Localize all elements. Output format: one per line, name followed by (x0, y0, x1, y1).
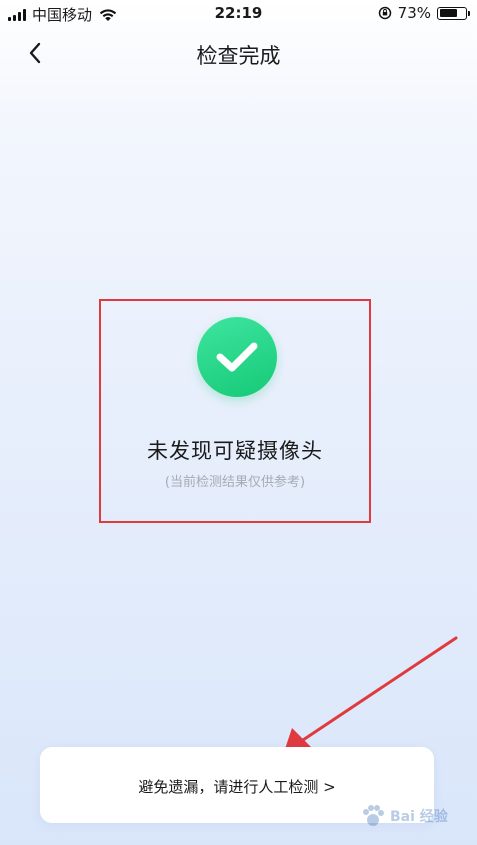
check-circle-icon (197, 317, 277, 397)
watermark: Bai 经验 (360, 796, 470, 836)
rotation-lock-icon (378, 6, 391, 20)
result-subtitle: (当前检测结果仅供参考) (164, 475, 306, 490)
result-highlight-box: 未发现可疑摄像头 (当前检测结果仅供参考) (99, 299, 371, 523)
watermark-text: Bai 经验 (390, 809, 448, 825)
paw-logo-icon (363, 805, 384, 826)
page-title: 检查完成 (196, 44, 281, 68)
checkmark-icon (216, 342, 258, 372)
battery-fill (439, 9, 458, 17)
status-right: 73% (378, 4, 470, 22)
nav-bar: 检查完成 (0, 30, 477, 76)
manual-check-label: 避免遗漏，请进行人工检测 > (138, 778, 336, 796)
battery-icon (437, 6, 470, 20)
result-title: 未发现可疑摄像头 (147, 439, 323, 463)
status-bar: 中国移动 22:19 73% (0, 0, 477, 28)
battery-percent: 73% (397, 4, 431, 22)
